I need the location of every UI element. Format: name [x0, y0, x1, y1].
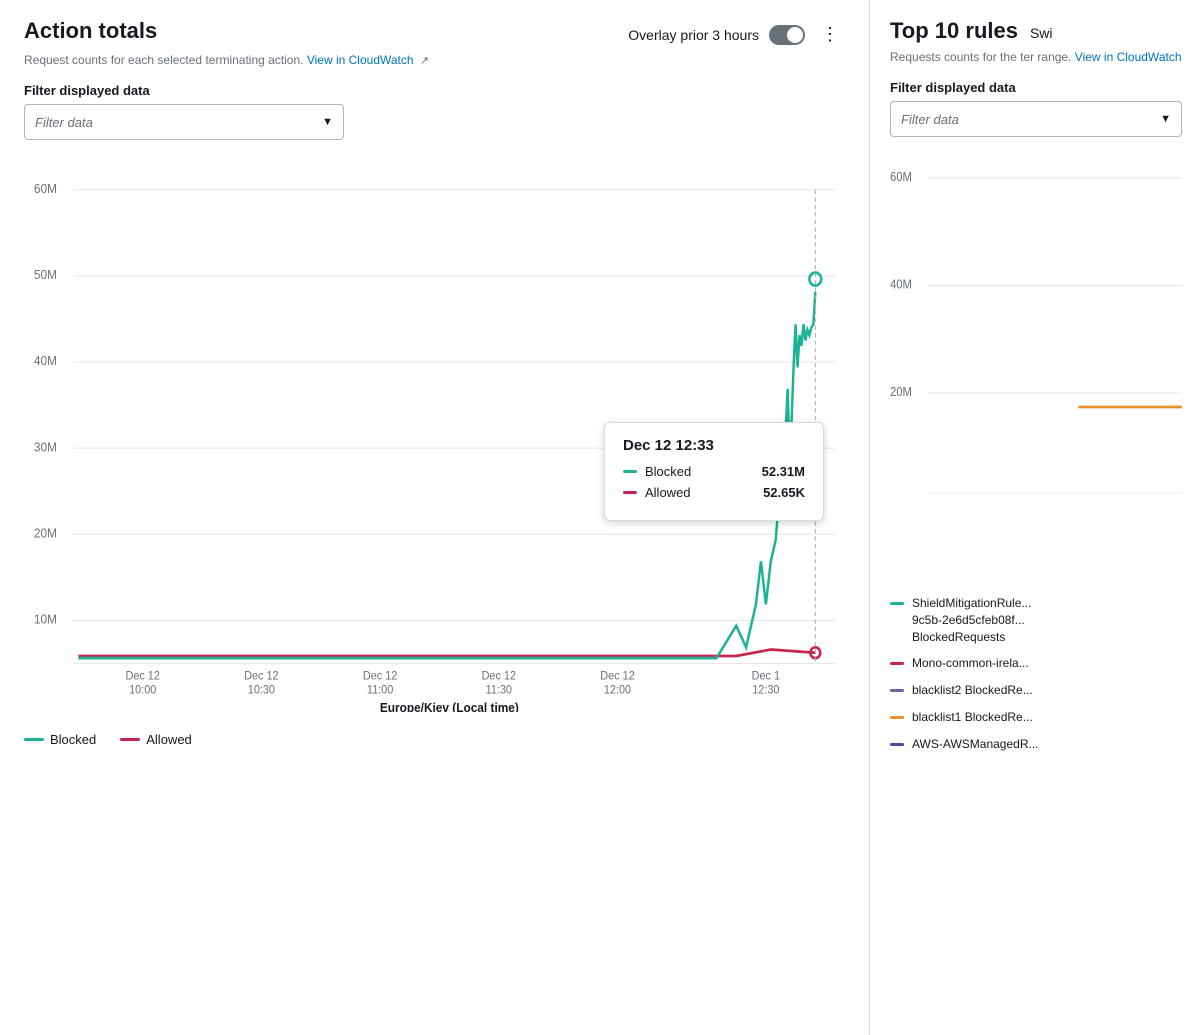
rule-text-0: ShieldMitigationRule...9c5b-2e6d5cfeb08f…: [912, 595, 1182, 645]
svg-text:10M: 10M: [34, 612, 57, 627]
rule-item-3: blacklist1 BlockedRe...: [890, 709, 1182, 726]
right-cloudwatch-link[interactable]: View in CloudWatch: [1075, 50, 1182, 64]
tooltip-metric-blocked: Blocked: [645, 464, 754, 479]
header-controls: Overlay prior 3 hours ⋮: [628, 22, 845, 47]
svg-text:Dec 12: Dec 12: [244, 670, 278, 682]
svg-text:Dec 12: Dec 12: [363, 670, 397, 682]
page-title: Action totals: [24, 18, 157, 44]
rule-item-0: ShieldMitigationRule...9c5b-2e6d5cfeb08f…: [890, 595, 1182, 645]
right-chevron-down-icon: ▼: [1160, 113, 1171, 125]
rule-dot-2: [890, 689, 904, 692]
right-filter-placeholder: Filter data: [901, 112, 959, 127]
panel-header: Action totals Overlay prior 3 hours ⋮: [24, 18, 845, 47]
tooltip-metric-allowed: Allowed: [645, 485, 755, 500]
svg-text:11:30: 11:30: [486, 684, 512, 696]
svg-text:50M: 50M: [34, 268, 57, 283]
filter-label: Filter displayed data: [24, 83, 845, 98]
svg-text:10:00: 10:00: [129, 684, 156, 696]
right-panel-header: Top 10 rules Swi: [890, 18, 1182, 44]
rule-text-3: blacklist1 BlockedRe...: [912, 709, 1182, 726]
rule-item-4: AWS-AWSManagedR...: [890, 736, 1182, 753]
rule-dot-1: [890, 662, 904, 665]
blocked-dot: [623, 470, 637, 473]
svg-text:Dec 12: Dec 12: [600, 670, 634, 682]
svg-text:20M: 20M: [34, 526, 57, 541]
more-options-icon[interactable]: ⋮: [815, 22, 845, 47]
legend-label-blocked: Blocked: [50, 732, 96, 747]
legend-label-allowed: Allowed: [146, 732, 192, 747]
right-filter-select[interactable]: Filter data ▼: [890, 101, 1182, 137]
switch-label: Swi: [1030, 25, 1053, 41]
svg-text:30M: 30M: [34, 440, 57, 455]
rule-item-2: blacklist2 BlockedRe...: [890, 682, 1182, 699]
rule-dot-3: [890, 716, 904, 719]
right-filter-label: Filter displayed data: [890, 80, 1182, 95]
rules-list: ShieldMitigationRule...9c5b-2e6d5cfeb08f…: [890, 595, 1182, 753]
legend-line-allowed: [120, 738, 140, 741]
tooltip-date: Dec 12 12:33: [623, 437, 805, 454]
rule-text-1: Mono-common-irela...: [912, 655, 1182, 672]
right-panel-title: Top 10 rules: [890, 18, 1018, 44]
allowed-dot: [623, 491, 637, 494]
chart-legend: Blocked Allowed: [24, 724, 845, 747]
chevron-down-icon: ▼: [322, 116, 333, 128]
overlay-label: Overlay prior 3 hours: [628, 27, 759, 43]
right-panel: Top 10 rules Swi Requests counts for the…: [870, 0, 1200, 1035]
svg-text:Dec 1: Dec 1: [752, 670, 780, 682]
tooltip-row-allowed: Allowed 52.65K: [623, 485, 805, 500]
svg-text:Dec 12: Dec 12: [482, 670, 516, 682]
svg-text:60M: 60M: [34, 181, 57, 196]
panel-subtitle: Request counts for each selected termina…: [24, 53, 845, 67]
panel-title-group: Action totals: [24, 18, 157, 44]
chart-area: 60M 50M 40M 30M 20M 10M: [24, 152, 845, 712]
svg-text:11:00: 11:00: [367, 684, 393, 696]
tooltip-value-allowed: 52.65K: [763, 485, 805, 500]
svg-text:Dec 12: Dec 12: [125, 670, 159, 682]
filter-section: Filter displayed data Filter data ▼: [24, 83, 845, 140]
svg-text:Europe/Kiev (Local time): Europe/Kiev (Local time): [380, 701, 519, 712]
legend-item-blocked: Blocked: [24, 732, 96, 747]
legend-item-allowed: Allowed: [120, 732, 192, 747]
rule-item-1: Mono-common-irela...: [890, 655, 1182, 672]
right-filter-section: Filter displayed data Filter data ▼: [890, 80, 1182, 137]
filter-placeholder: Filter data: [35, 115, 93, 130]
rule-dot-4: [890, 743, 904, 746]
legend-line-blocked: [24, 738, 44, 741]
svg-text:10:30: 10:30: [248, 684, 275, 696]
svg-text:20M: 20M: [890, 385, 912, 400]
tooltip-value-blocked: 52.31M: [762, 464, 805, 479]
svg-text:12:00: 12:00: [604, 684, 631, 696]
right-panel-subtitle: Requests counts for the ter range. View …: [890, 50, 1182, 64]
svg-text:12:30: 12:30: [752, 684, 779, 696]
rule-text-4: AWS-AWSManagedR...: [912, 736, 1182, 753]
right-chart-area: 60M 40M 20M: [890, 149, 1182, 579]
tooltip-row-blocked: Blocked 52.31M: [623, 464, 805, 479]
svg-text:40M: 40M: [34, 354, 57, 369]
cloudwatch-link[interactable]: View in CloudWatch: [307, 53, 414, 67]
rule-dot-0: [890, 602, 904, 605]
chart-tooltip: Dec 12 12:33 Blocked 52.31M Allowed 52.6…: [604, 422, 824, 521]
top-rules-chart: 60M 40M 20M: [890, 149, 1182, 579]
external-link-icon: ↗: [420, 54, 429, 67]
svg-text:60M: 60M: [890, 170, 912, 185]
left-panel: Action totals Overlay prior 3 hours ⋮ Re…: [0, 0, 870, 1035]
overlay-toggle[interactable]: [769, 25, 805, 45]
rule-text-2: blacklist2 BlockedRe...: [912, 682, 1182, 699]
svg-text:40M: 40M: [890, 277, 912, 292]
filter-select[interactable]: Filter data ▼: [24, 104, 344, 140]
